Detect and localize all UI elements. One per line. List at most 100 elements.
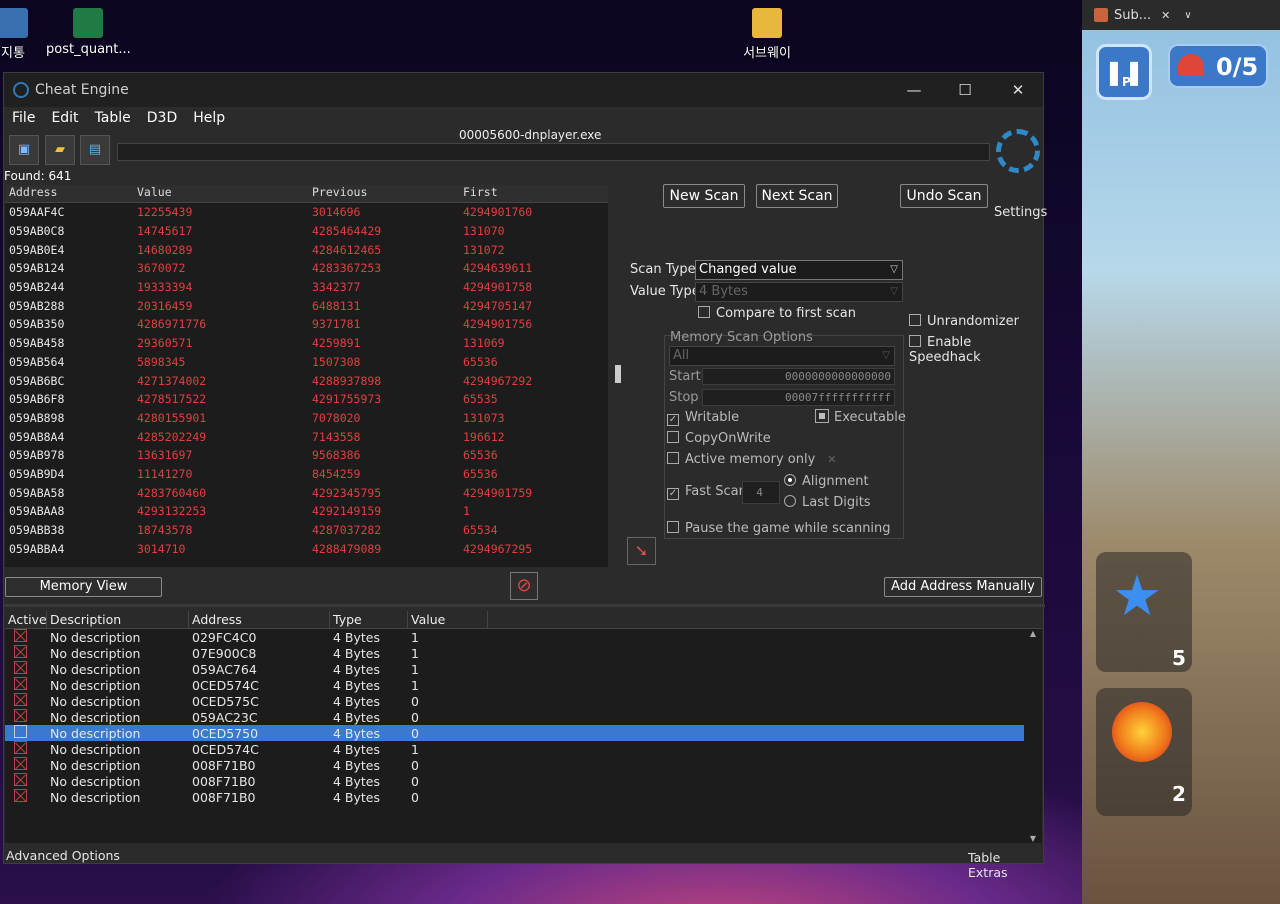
active-checkbox-icon[interactable] (14, 645, 27, 658)
active-cell[interactable] (5, 709, 47, 725)
scan-result-row[interactable]: 059AB8A4 4285202249 7143558 196612 (5, 427, 608, 446)
active-checkbox-icon[interactable] (14, 773, 27, 786)
scan-results-list[interactable]: Address Value Previous First 059AAF4C 122… (5, 185, 608, 567)
table-row[interactable]: No description 0CED574C 4 Bytes 1 (5, 741, 1024, 757)
table-row[interactable]: No description 0CED575C 4 Bytes 0 (5, 693, 1024, 709)
desktop-icon-1[interactable]: 지통 (0, 8, 30, 61)
stop-address-field[interactable]: 00007fffffffffff (702, 389, 895, 406)
new-scan-button[interactable]: New Scan (663, 184, 745, 208)
open-process-button[interactable]: ▣ (9, 135, 39, 165)
pause-button[interactable]: ❚❚ P (1096, 44, 1152, 100)
unrandomizer-checkbox[interactable]: Unrandomizer (909, 314, 1019, 329)
active-cell[interactable] (5, 661, 47, 677)
table-row[interactable]: No description 0CED574C 4 Bytes 1 (5, 677, 1024, 693)
active-cell[interactable] (5, 741, 47, 757)
active-checkbox-icon[interactable] (14, 757, 27, 770)
active-memory-checkbox[interactable]: Active memory only ✕ (667, 452, 837, 467)
open-file-button[interactable]: ▰ (45, 135, 75, 165)
scrollbar-thumb[interactable] (615, 365, 621, 383)
col-value[interactable]: Value (133, 185, 308, 202)
active-cell[interactable] (5, 757, 47, 773)
pause-game-checkbox[interactable]: Pause the game while scanning (667, 521, 891, 536)
powerup-tile-2[interactable]: 2 (1096, 688, 1192, 816)
address-table[interactable]: Active Description Address Type Value No… (5, 611, 1042, 843)
table-row[interactable]: No description 008F71B0 4 Bytes 0 (5, 789, 1024, 805)
col-first[interactable]: First (459, 185, 608, 202)
copyonwrite-checkbox[interactable]: CopyOnWrite (667, 431, 771, 446)
executable-checkbox[interactable]: Executable (815, 409, 906, 425)
scan-result-row[interactable]: 059ABA58 4283760460 4292345795 4294901759 (5, 483, 608, 502)
cheat-engine-settings-logo[interactable] (994, 129, 1044, 185)
scan-list-scrollbar[interactable] (608, 185, 628, 567)
writable-checkbox[interactable]: ✓ Writable (667, 410, 739, 426)
scan-result-row[interactable]: 059AAF4C 12255439 3014696 4294901760 (5, 203, 608, 222)
col-type[interactable]: Type (330, 611, 408, 628)
table-row[interactable]: No description 059AC23C 4 Bytes 0 (5, 709, 1024, 725)
menu-help[interactable]: Help (185, 107, 233, 129)
col-value[interactable]: Value (408, 611, 488, 628)
col-description[interactable]: Description (47, 611, 189, 628)
speedhack-checkbox[interactable]: Enable Speedhack (909, 335, 1043, 365)
scan-result-row[interactable]: 059ABAA8 4293132253 4292149159 1 (5, 502, 608, 521)
active-cell[interactable] (5, 789, 47, 805)
active-cell[interactable] (5, 693, 47, 709)
add-to-table-arrow-button[interactable]: ➘ (627, 537, 656, 565)
game-tab-title[interactable]: Sub... (1114, 8, 1151, 23)
scan-result-row[interactable]: 059AB244 19333394 3342377 4294901758 (5, 278, 608, 297)
menu-table[interactable]: Table (87, 107, 139, 129)
scan-result-row[interactable]: 059AB0E4 14680289 4284612465 131072 (5, 240, 608, 259)
start-address-field[interactable]: 0000000000000000 (702, 368, 895, 385)
fast-scan-value[interactable]: 4 (742, 481, 780, 504)
value-type-select[interactable]: 4 Bytes ▽ (695, 282, 903, 302)
undo-scan-button[interactable]: Undo Scan (900, 184, 988, 208)
maximize-button[interactable]: ☐ (939, 73, 991, 107)
clear-list-button[interactable]: ⊘ (510, 572, 538, 600)
active-checkbox-icon[interactable] (14, 725, 27, 738)
scan-result-row[interactable]: 059AB0C8 14745617 4285464429 131070 (5, 222, 608, 241)
active-cell[interactable] (5, 677, 47, 693)
active-checkbox-icon[interactable] (14, 693, 27, 706)
table-row[interactable]: No description 0CED5750 4 Bytes 0 (5, 725, 1024, 741)
active-cell[interactable] (5, 773, 47, 789)
active-cell[interactable] (5, 645, 47, 661)
active-checkbox-icon[interactable] (14, 677, 27, 690)
scan-result-row[interactable]: 059AB288 20316459 6488131 4294705147 (5, 296, 608, 315)
table-row[interactable]: No description 029FC4C0 4 Bytes 1 (5, 629, 1024, 645)
clear-icon[interactable]: ✕ (827, 453, 836, 466)
game-tab-close-icon[interactable]: ✕ (1161, 9, 1170, 22)
scan-result-row[interactable]: 059ABBA4 3014710 4288479089 4294967295 (5, 539, 608, 558)
col-active[interactable]: Active (5, 611, 47, 628)
scroll-up-icon[interactable]: ▲ (1026, 629, 1040, 638)
scan-result-row[interactable]: 059AB350 4286971776 9371781 4294901756 (5, 315, 608, 334)
col-address[interactable]: Address (5, 185, 133, 202)
menu-edit[interactable]: Edit (43, 107, 86, 129)
memory-view-button[interactable]: Memory View (5, 577, 162, 597)
scan-result-row[interactable]: 059AB458 29360571 4259891 131069 (5, 334, 608, 353)
scan-result-row[interactable]: 059AB898 4280155901 7078020 131073 (5, 409, 608, 428)
active-checkbox-icon[interactable] (14, 741, 27, 754)
last-digits-radio[interactable]: Last Digits (784, 495, 871, 510)
minimize-button[interactable]: — (888, 73, 940, 107)
table-row[interactable]: No description 07E900C8 4 Bytes 1 (5, 645, 1024, 661)
active-cell[interactable] (5, 629, 47, 645)
fast-scan-checkbox[interactable]: ✓ Fast Scan (667, 484, 747, 500)
close-button[interactable]: ✕ (992, 73, 1044, 107)
scroll-down-icon[interactable]: ▼ (1026, 834, 1040, 843)
active-cell[interactable] (5, 725, 47, 741)
splitter[interactable] (4, 604, 1045, 607)
scan-result-row[interactable]: 059ABB38 18743578 4287037282 65534 (5, 521, 608, 540)
memory-region-select[interactable]: All ▽ (669, 346, 895, 366)
chevron-down-icon[interactable]: ∨ (1184, 10, 1191, 21)
table-row[interactable]: No description 059AC764 4 Bytes 1 (5, 661, 1024, 677)
scan-result-row[interactable]: 059AB6F8 4278517522 4291755973 65535 (5, 390, 608, 409)
scan-result-row[interactable]: 059AB564 5898345 1507308 65536 (5, 353, 608, 372)
table-row[interactable]: No description 008F71B0 4 Bytes 0 (5, 773, 1024, 789)
col-previous[interactable]: Previous (308, 185, 459, 202)
active-checkbox-icon[interactable] (14, 661, 27, 674)
title-bar[interactable]: Cheat Engine — ☐ ✕ (4, 73, 1043, 107)
compare-first-checkbox[interactable]: Compare to first scan (698, 306, 856, 321)
desktop-icon-excel[interactable]: post_quant... (46, 8, 131, 57)
scan-type-select[interactable]: Changed value ▽ (695, 260, 903, 280)
table-extras-link[interactable]: Table Extras (968, 850, 1043, 880)
col-address[interactable]: Address (189, 611, 330, 628)
